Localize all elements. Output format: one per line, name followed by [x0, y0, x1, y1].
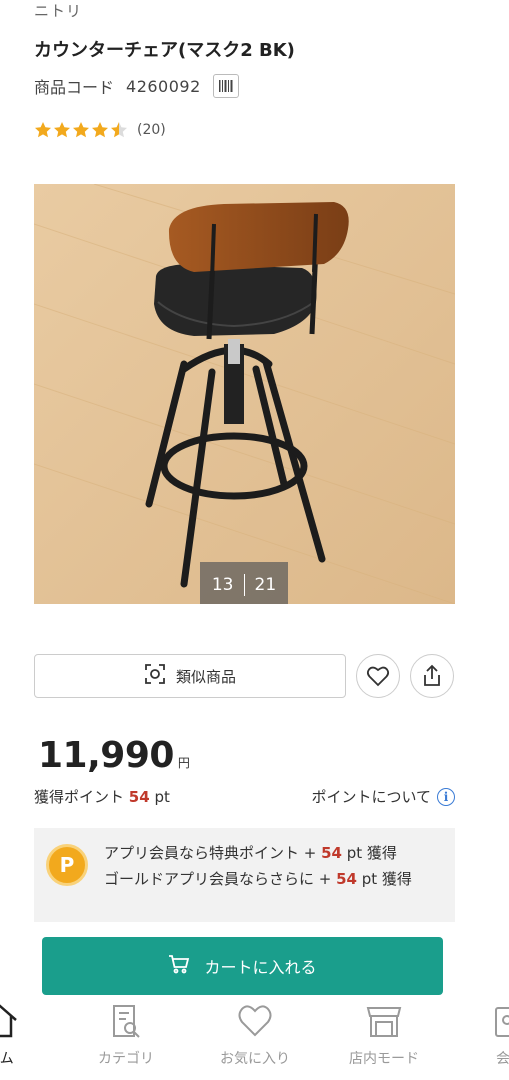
- product-code-row: 商品コード 4260092: [34, 74, 239, 98]
- star-icon: [35, 122, 51, 138]
- earned-points-unit: pt: [154, 788, 170, 806]
- store-icon: [366, 1007, 402, 1037]
- star-icon: [92, 122, 108, 138]
- nav-favorites-label: お気に入り: [220, 1051, 290, 1067]
- nav-home[interactable]: ーム: [0, 1000, 50, 1068]
- product-title: カウンターチェア(マスク2 BK): [34, 40, 295, 61]
- share-button[interactable]: [410, 654, 454, 698]
- nav-store-mode[interactable]: 店内モード: [334, 1000, 434, 1068]
- barcode-icon[interactable]: [212, 74, 239, 98]
- star-icon: [111, 122, 127, 138]
- nav-member-label: 会員: [496, 1051, 509, 1067]
- bonus-line-app: アプリ会員なら特典ポイント + 54 pt 獲得: [104, 840, 444, 866]
- bonus-line-gold-suffix: pt 獲得: [356, 870, 412, 888]
- info-icon: i: [437, 787, 455, 806]
- similar-products-label: 類似商品: [175, 667, 236, 686]
- bonus-text: アプリ会員なら特典ポイント + 54 pt 獲得 ゴールドアプリ会員ならさらに …: [104, 840, 444, 892]
- product-code-label: 商品コード: [34, 78, 115, 97]
- app-bonus-box: P アプリ会員なら特典ポイント + 54 pt 獲得 ゴールドアプリ会員ならさら…: [34, 828, 455, 922]
- product-image-gallery[interactable]: 13 21: [34, 184, 455, 604]
- add-to-cart-button[interactable]: カートに入れる: [42, 937, 443, 995]
- nav-category[interactable]: カテゴリ: [76, 1000, 176, 1068]
- bonus-line-app-suffix: pt 獲得: [341, 844, 397, 862]
- bonus-line-app-prefix: アプリ会員なら特典ポイント +: [104, 844, 322, 862]
- price: 11,990 円: [38, 735, 190, 776]
- nav-category-label: カテゴリ: [98, 1051, 154, 1067]
- product-photo: [34, 184, 455, 604]
- price-amount: 11,990: [38, 735, 174, 776]
- about-points-label: ポイントについて: [311, 788, 431, 806]
- similar-products-button[interactable]: 類似商品: [34, 654, 346, 698]
- product-code-value: 4260092: [126, 76, 201, 96]
- cart-icon: [168, 954, 190, 978]
- bonus-line-gold: ゴールドアプリ会員ならさらに + 54 pt 獲得: [104, 866, 444, 892]
- review-count[interactable]: (20): [137, 122, 166, 138]
- point-coin-icon: P: [46, 844, 88, 886]
- star-icon: [54, 122, 70, 138]
- image-counter-divider: [243, 574, 245, 596]
- nav-home-label: ーム: [0, 1051, 14, 1067]
- image-counter-current: 13: [211, 575, 234, 595]
- image-counter-total: 21: [254, 575, 277, 595]
- heart-icon: [366, 666, 390, 687]
- member-card-icon: [495, 1007, 509, 1037]
- share-icon: [424, 664, 440, 686]
- bonus-line-gold-value: 54: [336, 870, 357, 888]
- category-search-icon: [113, 1005, 140, 1038]
- home-icon: [0, 1004, 17, 1038]
- rating-stars: [34, 121, 129, 139]
- nav-favorites[interactable]: お気に入り: [205, 1000, 305, 1068]
- about-points-link[interactable]: ポイントについて i: [311, 786, 455, 807]
- star-icon: [73, 122, 89, 138]
- brand-name[interactable]: ニトリ: [34, 0, 82, 21]
- nav-store-mode-label: 店内モード: [349, 1051, 419, 1067]
- rating[interactable]: (20): [34, 121, 166, 139]
- nav-member[interactable]: 会員: [460, 1000, 509, 1068]
- heart-icon: [238, 1005, 272, 1037]
- bottom-navigation: ーム カテゴリ お気に入り 店内モード 会員: [0, 1000, 509, 1080]
- visual-search-icon: [144, 663, 166, 689]
- earned-points: 獲得ポイント 54 pt: [34, 786, 170, 807]
- favorite-button[interactable]: [356, 654, 400, 698]
- earned-points-value: 54: [128, 788, 150, 806]
- points-row: 獲得ポイント 54 pt ポイントについて i: [34, 786, 455, 807]
- price-unit: 円: [177, 756, 190, 770]
- earned-points-label: 獲得ポイント: [34, 788, 125, 806]
- image-counter: 13 21: [200, 562, 288, 604]
- bonus-line-app-value: 54: [321, 844, 342, 862]
- add-to-cart-label: カートに入れる: [204, 958, 317, 977]
- bonus-line-gold-prefix: ゴールドアプリ会員ならさらに +: [104, 870, 337, 888]
